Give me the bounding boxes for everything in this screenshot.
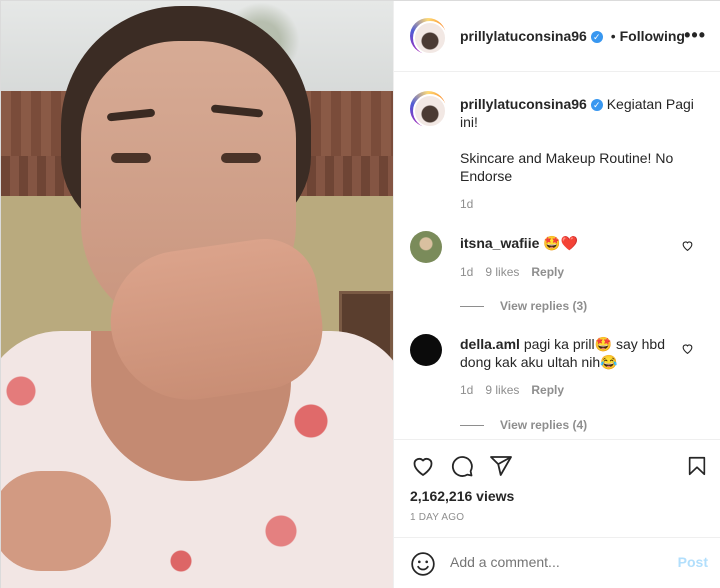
separator-dot: •: [610, 28, 616, 44]
comment-item: itsna_wafiie 🤩❤️: [460, 234, 680, 252]
post-media-video[interactable]: [1, 1, 393, 588]
caption-text-line2: ini!: [460, 114, 478, 130]
add-comment-bar: Post: [394, 537, 720, 588]
caption-avatar[interactable]: [410, 91, 447, 128]
comment-likes[interactable]: 9 likes: [485, 383, 519, 397]
comment-text-line2: dong kak aku ultah nih😂: [460, 354, 618, 370]
comment-avatar[interactable]: [410, 334, 442, 366]
comment-username[interactable]: della.aml: [460, 336, 520, 352]
heart-icon[interactable]: [410, 454, 436, 481]
post-dialog: prillylatuconsina96 ✓ • Following ••• pril…: [0, 0, 720, 588]
author-avatar[interactable]: [410, 18, 447, 55]
bookmark-icon[interactable]: [686, 454, 708, 481]
comment-time[interactable]: 1d: [460, 265, 473, 279]
caption-text-line4: Endorse: [460, 168, 513, 184]
caption-time[interactable]: 1d: [460, 197, 473, 211]
comment-likes[interactable]: 9 likes: [485, 265, 519, 279]
caption-text-line3: Skincare and Makeup Routine! No: [460, 150, 674, 166]
comment-text-line1: pagi ka prill🤩 say hbd: [523, 336, 665, 352]
following-button[interactable]: Following: [620, 28, 685, 44]
post-header: prillylatuconsina96 ✓ • Following •••: [394, 1, 720, 72]
comment-meta: 1d 9 likes Reply: [460, 383, 576, 397]
view-replies-button[interactable]: View replies (3): [460, 297, 587, 313]
post-actions: 2,162,216 views 1 DAY AGO Post: [394, 439, 720, 588]
add-comment-input[interactable]: [450, 554, 650, 570]
verified-badge-icon: ✓: [590, 31, 603, 44]
comment-time[interactable]: 1d: [460, 383, 473, 397]
comment-text: 🤩❤️: [543, 235, 579, 251]
post-time[interactable]: 1 DAY AGO: [410, 512, 464, 523]
comment-username[interactable]: itsna_wafiie: [460, 235, 539, 251]
post-side-panel: prillylatuconsina96 ✓ • Following ••• pril…: [393, 1, 720, 588]
caption-text-line1: Kegiatan Pagi: [606, 96, 694, 112]
reply-button[interactable]: Reply: [531, 265, 564, 279]
post-comment-button[interactable]: Post: [678, 554, 708, 570]
author-username[interactable]: prillylatuconsina96: [460, 28, 587, 44]
comment-item: della.aml pagi ka prill🤩 say hbd dong ka…: [460, 335, 680, 371]
comment-meta: 1d 9 likes Reply: [460, 265, 576, 279]
comment-icon[interactable]: [449, 454, 475, 481]
reply-button[interactable]: Reply: [531, 383, 564, 397]
comment-avatar[interactable]: [410, 231, 442, 263]
view-replies-button[interactable]: View replies (4): [460, 416, 587, 432]
caption-username[interactable]: prillylatuconsina96: [460, 96, 587, 112]
more-options-icon[interactable]: •••: [684, 25, 706, 46]
caption: prillylatuconsina96 ✓ Kegiatan Pagi ini! …: [460, 95, 710, 185]
share-icon[interactable]: [488, 454, 514, 481]
verified-badge-icon: ✓: [590, 99, 603, 112]
comment-like-icon[interactable]: [681, 342, 694, 358]
smiley-icon[interactable]: [410, 551, 436, 580]
view-count[interactable]: 2,162,216 views: [410, 488, 514, 504]
comment-like-icon[interactable]: [681, 239, 694, 255]
